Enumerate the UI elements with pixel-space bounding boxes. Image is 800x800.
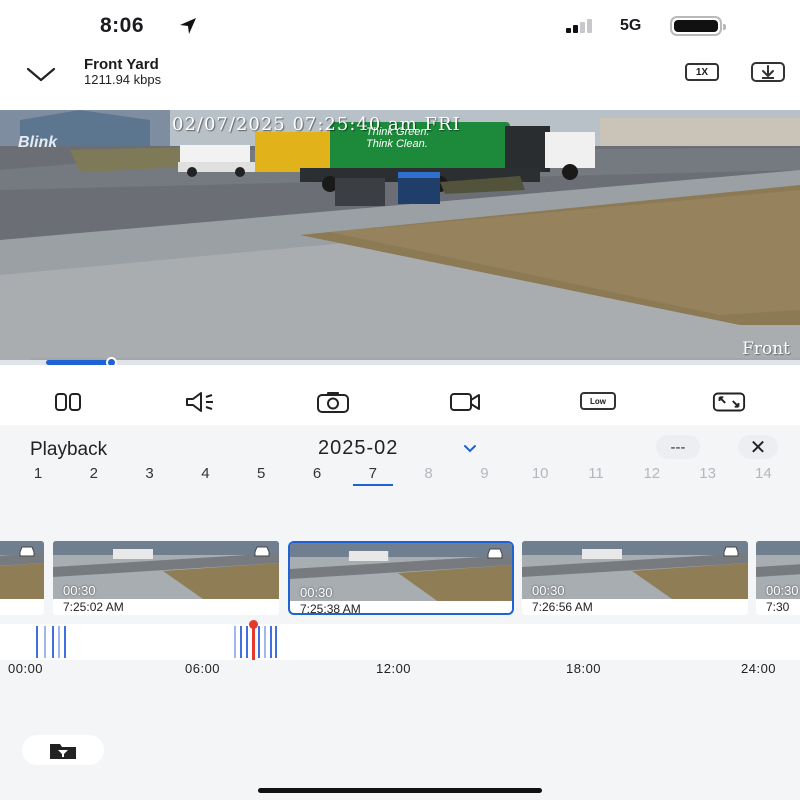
network-type: 5G — [620, 17, 642, 34]
clip-duration: 00:30 — [300, 585, 333, 600]
vehicle-detection-icon — [723, 546, 739, 557]
clip-card[interactable] — [0, 541, 44, 615]
timeline-label-0: 00:00 — [8, 661, 44, 676]
cellular-signal-icon — [566, 19, 592, 33]
day-14[interactable]: 14 — [743, 465, 783, 482]
clip-duration: 00:30 — [766, 583, 799, 598]
close-playback-button[interactable]: ✕ — [738, 435, 778, 459]
day-11[interactable]: 11 — [576, 465, 616, 482]
clip-time: 7:26:56 AM — [532, 600, 593, 614]
video-player[interactable]: 02/07/2025 07:25:40 am FRI Blink Think G… — [0, 110, 800, 365]
camera-label-overlay: Front — [742, 339, 790, 359]
camera-bitrate: 1211.94 kbps — [84, 72, 162, 87]
clip-duration: 00:30 — [63, 583, 96, 598]
day-2[interactable]: 2 — [74, 465, 114, 482]
month-selector[interactable]: 2025-02 — [318, 437, 398, 460]
vehicle-detection-icon — [487, 548, 503, 559]
timeline-event-marker — [270, 626, 272, 658]
camera-header: Front Yard 1211.94 kbps 1X — [0, 52, 800, 110]
clip-card-selected[interactable]: 00:30 7:25:38 AM — [288, 541, 514, 615]
clip-strip: 00:30 7:25:02 AM 00:30 7:25:38 AM 00:30 7:26:… — [0, 541, 800, 617]
timeline-event-marker — [264, 626, 266, 658]
timeline-hour-labels: 00:00 06:00 12:00 18:00 24:00 — [0, 661, 800, 681]
pause-icon[interactable] — [52, 391, 86, 413]
timeline-event-marker — [52, 626, 54, 658]
playback-title: Playback — [30, 439, 108, 460]
blink-playback-screen: 8:06 5G Front Yard 1211.94 kbps 1X 02/07… — [0, 0, 800, 800]
timeline-playhead-handle[interactable] — [249, 620, 258, 629]
timeline-event-marker — [36, 626, 38, 658]
timeline-event-marker — [64, 626, 66, 658]
timeline-label-4: 24:00 — [741, 661, 777, 676]
home-indicator — [258, 788, 542, 793]
vehicle-detection-icon — [254, 546, 270, 557]
day-6[interactable]: 6 — [297, 465, 337, 482]
timeline-playhead[interactable] — [252, 624, 255, 660]
filter-button[interactable] — [22, 735, 104, 765]
day-4[interactable]: 4 — [185, 465, 225, 482]
playback-speed-button[interactable]: 1X — [685, 63, 719, 81]
timeline-event-marker — [234, 626, 236, 658]
timeline-event-marker — [246, 626, 248, 658]
volume-muted-icon[interactable] — [184, 391, 218, 413]
timeline-label-2: 12:00 — [376, 661, 412, 676]
player-controls: Low — [0, 365, 800, 425]
day-9[interactable]: 9 — [464, 465, 504, 482]
day-8[interactable]: 8 — [409, 465, 449, 482]
day-13[interactable]: 13 — [688, 465, 728, 482]
expand-icon[interactable] — [712, 391, 746, 413]
timeline-event-marker — [44, 626, 46, 658]
camera-name: Front Yard — [84, 56, 159, 73]
more-options-button[interactable]: --- — [656, 435, 700, 459]
clip-time: 7:30 — [766, 600, 790, 614]
timeline-event-marker — [258, 626, 260, 658]
event-timeline[interactable] — [0, 620, 800, 660]
day-12[interactable]: 12 — [632, 465, 672, 482]
location-arrow-icon — [180, 18, 196, 34]
vehicle-detection-icon — [19, 546, 35, 557]
timeline-label-3: 18:00 — [566, 661, 602, 676]
day-10[interactable]: 10 — [520, 465, 560, 482]
truck-slogan: Think Green. Think Clean. — [366, 126, 430, 150]
camera-icon[interactable] — [316, 391, 350, 413]
timeline-event-marker — [240, 626, 242, 658]
chevron-down-icon[interactable] — [462, 443, 478, 455]
day-1[interactable]: 1 — [18, 465, 58, 482]
video-brand-watermark: Blink — [18, 134, 58, 151]
day-5[interactable]: 5 — [241, 465, 281, 482]
clip-time: 7:25:38 AM — [300, 602, 361, 615]
clip-duration: 00:30 — [532, 583, 565, 598]
day-7[interactable]: 7 — [352, 465, 393, 486]
timeline-event-marker — [275, 626, 277, 658]
status-time: 8:06 — [100, 14, 145, 37]
clip-card[interactable]: 00:30 7:25:02 AM — [53, 541, 279, 615]
video-record-icon[interactable] — [448, 391, 482, 413]
timeline-label-1: 06:00 — [185, 661, 221, 676]
filter-folder-icon — [50, 744, 76, 759]
quality-toggle-button[interactable]: Low — [580, 392, 616, 410]
chevron-down-icon[interactable] — [24, 60, 58, 88]
battery-icon — [670, 16, 726, 36]
day-selector: 1 2 3 4 5 6 7 8 9 10 11 12 13 14 — [0, 465, 800, 489]
clip-time: 7:25:02 AM — [63, 600, 124, 614]
playback-panel: Playback 2025-02 --- ✕ 1 2 3 4 5 6 7 8 9 10 11 12 13… — [0, 425, 800, 800]
timeline-event-marker — [58, 626, 60, 658]
download-icon[interactable] — [751, 62, 785, 82]
clip-card[interactable]: 00:30 7:26:56 AM — [522, 541, 748, 615]
clip-card[interactable]: 00:30 7:30 — [756, 541, 800, 615]
status-bar: 8:06 5G — [0, 0, 800, 52]
day-3[interactable]: 3 — [130, 465, 170, 482]
